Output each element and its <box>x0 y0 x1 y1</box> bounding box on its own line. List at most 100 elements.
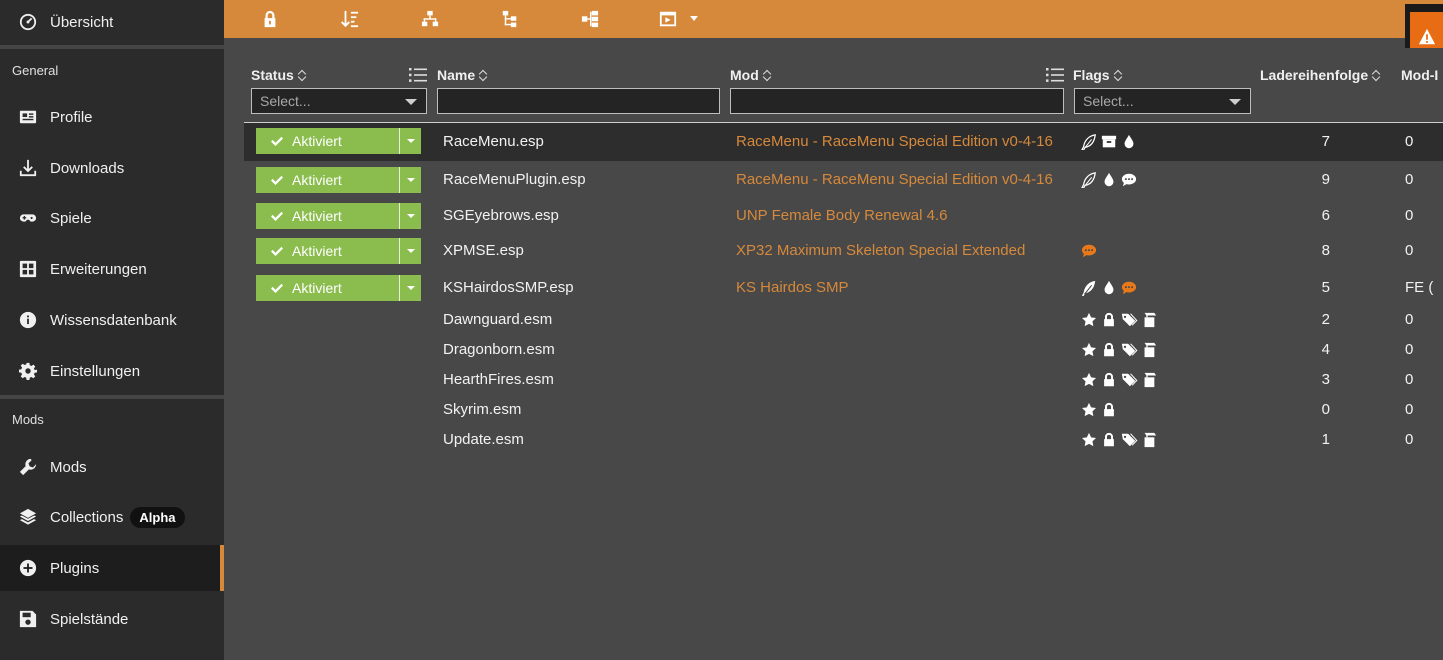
tags-icon <box>1121 313 1138 327</box>
status-filter-select[interactable]: Select... <box>251 88 427 114</box>
feather-outline-icon <box>1081 134 1096 150</box>
sidebar-item-saves[interactable]: Spielstände <box>0 596 224 642</box>
status-dropdown-toggle[interactable] <box>399 203 421 229</box>
list-options-icon[interactable] <box>409 67 427 83</box>
plugin-name: HearthFires.esm <box>443 371 554 388</box>
plus-circle-icon <box>19 559 37 577</box>
floppy-disk-icon <box>19 610 37 628</box>
sidebar-item-settings[interactable]: Einstellungen <box>0 348 224 394</box>
status-toggle-button[interactable]: Aktiviert <box>256 167 421 193</box>
flags-filter-select[interactable]: Select... <box>1074 88 1251 114</box>
status-dropdown-toggle[interactable] <box>399 275 421 301</box>
table-row[interactable]: Aktiviert RaceMenuPlugin.esp RaceMenu - Ra… <box>244 162 1443 198</box>
dashboard-icon <box>19 13 37 31</box>
plugin-flags <box>1080 242 1098 260</box>
mod-link[interactable]: UNP Female Body Renewal 4.6 <box>736 207 948 224</box>
status-dropdown-toggle[interactable] <box>399 167 421 193</box>
sort-icon <box>763 69 772 81</box>
plugin-flags <box>1080 431 1158 449</box>
table-row[interactable]: HearthFires.esm 3 0 <box>244 364 1443 394</box>
plugin-name: KSHairdosSMP.esp <box>443 279 574 296</box>
column-header-name[interactable]: Name <box>437 67 488 83</box>
table-row[interactable]: Aktiviert SGEyebrows.esp UNP Female Body R… <box>244 198 1443 234</box>
toolbar <box>224 0 1443 66</box>
lock-button[interactable] <box>259 8 281 30</box>
gear-icon <box>19 362 37 380</box>
table-row[interactable]: Update.esm 1 0 <box>244 424 1443 454</box>
table-row[interactable]: Skyrim.esm 0 0 <box>244 394 1443 424</box>
tags-icon <box>1121 373 1138 387</box>
clean-icon <box>1144 432 1157 448</box>
status-dropdown-toggle[interactable] <box>399 128 421 154</box>
status-toggle-button[interactable]: Aktiviert <box>256 203 421 229</box>
sort-icon <box>298 69 307 81</box>
dependency-icon <box>502 10 517 28</box>
lock-icon <box>1104 432 1114 447</box>
hierarchy-button[interactable] <box>419 8 441 30</box>
tree-button[interactable] <box>579 8 601 30</box>
chevron-down-icon[interactable] <box>690 16 698 21</box>
status-toggle-button[interactable]: Aktiviert <box>256 128 421 154</box>
sidebar-item-label: Übersicht <box>50 13 114 31</box>
mod-link[interactable]: KS Hairdos SMP <box>736 279 849 296</box>
status-dropdown-toggle[interactable] <box>399 238 421 264</box>
table-row[interactable]: Aktiviert KSHairdosSMP.esp KS Hairdos SMP 5… <box>244 270 1443 306</box>
status-toggle-button[interactable]: Aktiviert <box>256 238 421 264</box>
sidebar-item-label: Downloads <box>50 159 125 177</box>
sidebar-item-profile[interactable]: Profile <box>0 94 224 140</box>
panel-button[interactable] <box>657 8 679 30</box>
sidebar-item-knowledge-base[interactable]: Wissensdatenbank <box>0 297 224 343</box>
column-header-load-order[interactable]: Ladereihenfolge <box>1260 67 1381 83</box>
sidebar-item-mods[interactable]: Mods <box>0 444 224 490</box>
dependency-button[interactable] <box>499 8 521 30</box>
table-row[interactable]: Aktiviert XPMSE.esp XP32 Maximum Skeleton … <box>244 233 1443 269</box>
sort-button[interactable] <box>339 8 361 30</box>
table-row[interactable]: Aktiviert RaceMenu.esp RaceMenu - RaceMenu… <box>244 123 1443 161</box>
sidebar-item-games[interactable]: Spiele <box>0 195 224 241</box>
sidebar-item-extensions[interactable]: Erweiterungen <box>0 246 224 292</box>
mod-link[interactable]: RaceMenu - RaceMenu Special Edition v0-4… <box>736 133 1053 150</box>
sidebar-item-downloads[interactable]: Downloads <box>0 145 224 191</box>
panel-icon <box>659 11 677 27</box>
load-order-value: 7 <box>1321 133 1330 150</box>
sidebar-item-label: Collections <box>50 508 124 526</box>
sidebar-item-plugins[interactable]: Plugins <box>0 545 224 591</box>
chevron-down-icon <box>1229 99 1241 105</box>
table-row[interactable]: Dragonborn.esm 4 0 <box>244 334 1443 364</box>
tree-icon <box>581 10 599 28</box>
mod-index-value: 0 <box>1405 341 1414 358</box>
lock-icon <box>1104 372 1114 387</box>
table-row[interactable]: Dawnguard.esm 2 0 <box>244 304 1443 334</box>
header-label: Mod <box>730 67 759 83</box>
plugin-flags <box>1080 341 1158 359</box>
sidebar-item-overview[interactable]: Übersicht <box>0 0 224 44</box>
name-filter-input[interactable] <box>437 88 720 114</box>
column-header-mod-index[interactable]: Mod-I <box>1401 67 1438 83</box>
sort-icon <box>479 69 488 81</box>
column-header-status[interactable]: Status <box>251 67 307 83</box>
column-header-mod[interactable]: Mod <box>730 67 772 83</box>
mod-index-value: 0 <box>1405 431 1414 448</box>
sidebar-item-collections[interactable]: Collections Alpha <box>0 494 224 540</box>
profile-card-icon <box>19 108 37 126</box>
lock-icon <box>1104 402 1114 417</box>
gamepad-icon <box>19 209 37 227</box>
check-icon <box>270 244 284 258</box>
sort-icon <box>1372 69 1381 81</box>
status-toggle-button[interactable]: Aktiviert <box>256 275 421 301</box>
load-order-value: 3 <box>1321 371 1330 388</box>
mod-index-value: 0 <box>1405 133 1414 150</box>
mod-filter-input[interactable] <box>730 88 1064 114</box>
section-label-general: General <box>12 63 59 78</box>
wrench-icon <box>19 458 37 476</box>
chevron-down-icon <box>406 286 415 290</box>
plugin-name: SGEyebrows.esp <box>443 207 559 224</box>
mod-link[interactable]: XP32 Maximum Skeleton Special Extended <box>736 242 1025 259</box>
mod-link[interactable]: RaceMenu - RaceMenu Special Edition v0-4… <box>736 171 1053 188</box>
clean-icon <box>1144 372 1157 388</box>
column-header-flags[interactable]: Flags <box>1073 67 1123 83</box>
list-options-icon[interactable] <box>1046 67 1064 83</box>
feather-icon <box>1081 280 1096 296</box>
status-label: Aktiviert <box>292 208 342 224</box>
plugin-name: RaceMenuPlugin.esp <box>443 171 586 188</box>
